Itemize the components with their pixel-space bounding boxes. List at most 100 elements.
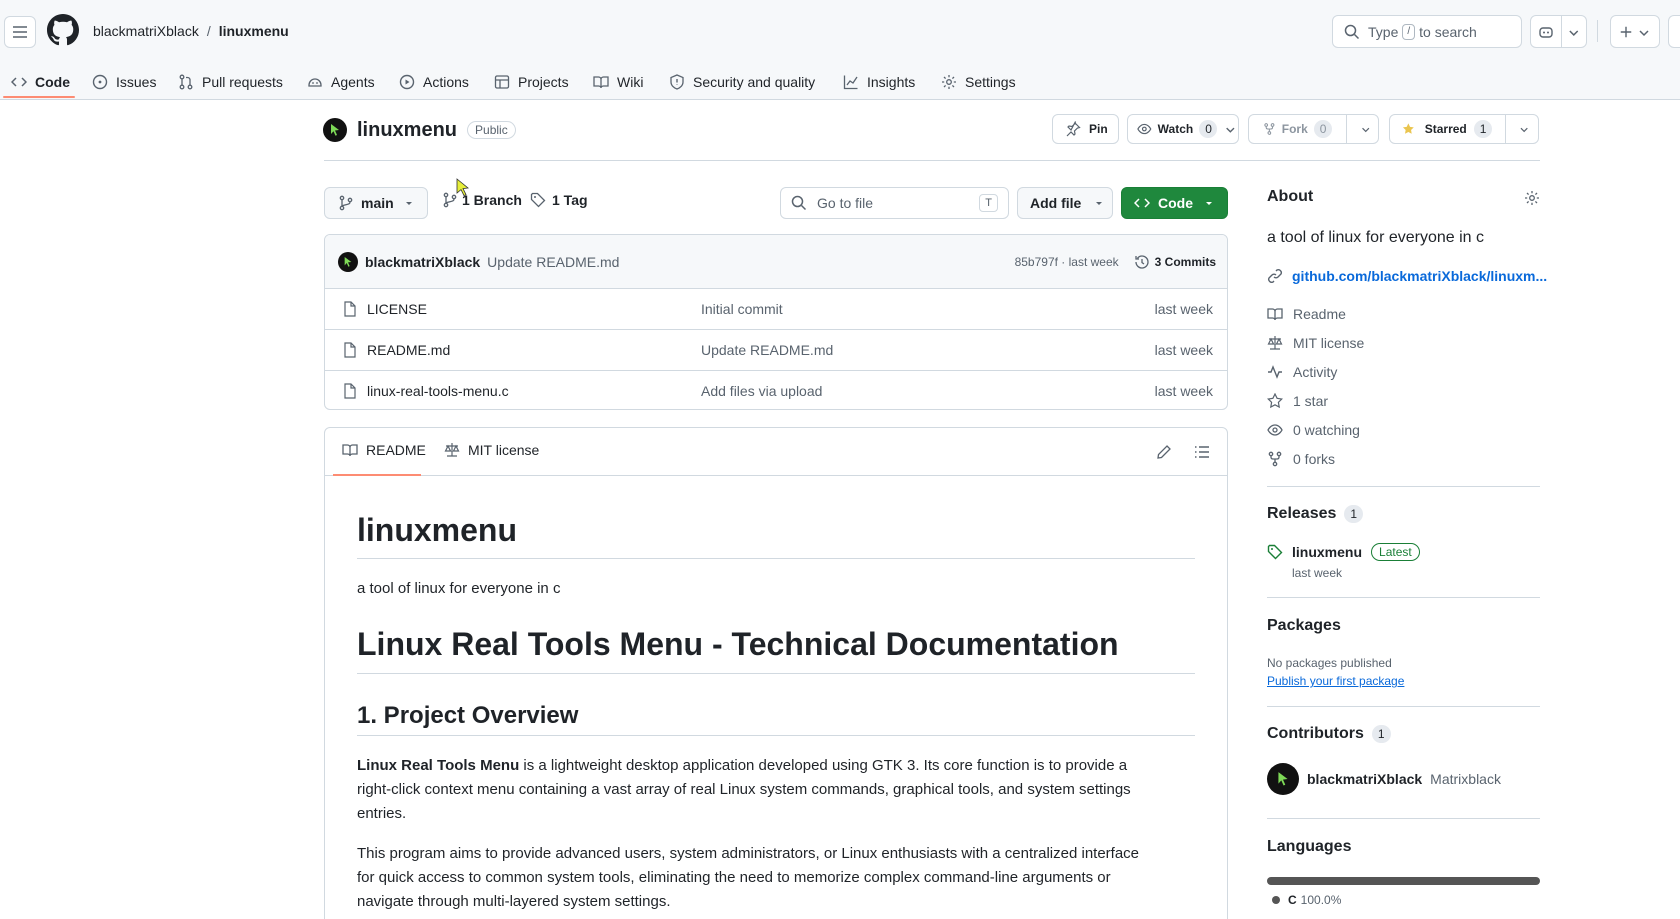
about-item-label: 0 forks <box>1293 451 1336 467</box>
release-name: linuxmenu <box>1292 544 1363 560</box>
license-link[interactable]: MIT license <box>1267 333 1364 353</box>
activity-link[interactable]: Activity <box>1267 362 1337 382</box>
watchers-link[interactable]: 0 watching <box>1267 420 1360 440</box>
language-bar <box>1267 877 1540 885</box>
tab-security[interactable]: Security and quality <box>669 64 815 100</box>
code-icon <box>11 77 27 87</box>
history-icon <box>1134 254 1149 269</box>
readme-link[interactable]: Readme <box>1267 304 1346 324</box>
fork-count: 0 <box>1313 120 1332 138</box>
tags-link[interactable]: 1 Tag <box>530 192 588 208</box>
law-icon <box>1267 336 1283 350</box>
file-commit-message[interactable]: Add files via upload <box>701 383 822 399</box>
release-item[interactable]: linuxmenu Latest <box>1267 543 1420 561</box>
gear-icon[interactable] <box>1524 190 1540 206</box>
watch-button[interactable]: Watch 0 <box>1127 114 1239 144</box>
tab-wiki[interactable]: Wiki <box>593 64 643 100</box>
stars-link[interactable]: 1 star <box>1267 391 1328 411</box>
copilot-button[interactable] <box>1530 15 1587 48</box>
commit-hash-time[interactable]: 85b797f · last week <box>1015 255 1119 269</box>
file-icon <box>344 301 356 317</box>
issues-shortcut-button[interactable] <box>1668 15 1680 48</box>
repo-title[interactable]: linuxmenu <box>357 119 457 142</box>
tab-pull-requests[interactable]: Pull requests <box>178 64 283 100</box>
contributor-login: blackmatriXblack <box>1307 771 1423 787</box>
file-name[interactable]: linux-real-tools-menu.c <box>367 383 509 399</box>
branches-link[interactable]: 1 Branch <box>442 192 522 208</box>
star-count: 1 <box>1473 120 1492 138</box>
tab-settings[interactable]: Settings <box>941 64 1016 100</box>
readme-paragraph: This program aims to provide advanced us… <box>357 842 1197 914</box>
forks-link[interactable]: 0 forks <box>1267 449 1335 469</box>
file-commit-message[interactable]: Update README.md <box>701 342 833 358</box>
tab-insights[interactable]: Insights <box>843 64 915 100</box>
search-input[interactable]: Type / to search <box>1332 15 1522 48</box>
pin-button[interactable]: Pin <box>1052 114 1119 144</box>
homepage-link[interactable]: github.com/blackmatriXblack/linuxm... <box>1267 268 1547 284</box>
fork-button[interactable]: Fork 0 <box>1248 114 1379 144</box>
book-icon <box>593 76 609 89</box>
star-filled-icon <box>1402 123 1414 134</box>
publish-package-link[interactable]: Publish your first package <box>1267 674 1404 688</box>
tab-projects[interactable]: Projects <box>494 64 569 100</box>
releases-title[interactable]: Releases 1 <box>1267 505 1364 523</box>
file-commit-message[interactable]: Initial commit <box>701 301 783 317</box>
edit-icon[interactable] <box>1156 444 1172 460</box>
play-icon <box>399 74 415 90</box>
goto-file-input[interactable]: Go to file T <box>780 187 1009 219</box>
github-logo[interactable] <box>47 14 79 46</box>
breadcrumb-separator: / <box>206 23 211 39</box>
homepage-url: github.com/blackmatriXblack/linuxm... <box>1292 268 1548 284</box>
tab-label: Wiki <box>617 74 644 90</box>
commit-message[interactable]: Update README.md <box>487 254 619 270</box>
file-name[interactable]: README.md <box>367 342 450 358</box>
release-time: last week <box>1292 566 1343 580</box>
plus-icon <box>1620 26 1632 37</box>
tag-icon <box>530 192 546 208</box>
repo-link[interactable]: linuxmenu <box>219 23 289 39</box>
active-tab-underline <box>3 96 75 98</box>
menu-button[interactable] <box>4 16 36 48</box>
contributors-title[interactable]: Contributors 1 <box>1267 725 1391 743</box>
goto-placeholder: Go to file <box>817 195 874 211</box>
branch-select[interactable]: main <box>324 187 428 219</box>
tab-issues[interactable]: Issues <box>92 64 156 100</box>
table-row[interactable]: linux-real-tools-menu.c Add files via up… <box>325 370 1227 409</box>
commits-link[interactable]: 3 Commits <box>1134 254 1216 270</box>
table-row[interactable]: README.md Update README.md last week <box>325 329 1227 370</box>
commit-author[interactable]: blackmatriXblack <box>365 254 480 270</box>
releases-title-text: Releases <box>1267 505 1337 522</box>
goto-key: T <box>979 194 998 212</box>
table-row[interactable]: LICENSE Initial commit last week <box>325 288 1227 329</box>
contributor-item[interactable]: blackmatriXblack Matrixblack <box>1267 763 1501 795</box>
tab-readme-label: README <box>366 442 426 458</box>
owner-link[interactable]: blackmatriXblack <box>93 23 199 39</box>
file-name[interactable]: LICENSE <box>367 301 427 317</box>
outline-icon[interactable] <box>1194 444 1210 460</box>
chevron-down-icon[interactable] <box>1513 121 1538 137</box>
about-title-text: About <box>1267 188 1314 205</box>
cursor-avatar-icon <box>344 256 352 267</box>
create-new-button[interactable] <box>1610 15 1660 48</box>
tab-agents[interactable]: Agents <box>307 64 375 100</box>
book-icon <box>342 444 358 457</box>
language-item[interactable]: C 100.0% <box>1272 893 1341 907</box>
chevron-down-icon[interactable] <box>1353 121 1378 137</box>
paragraph-line: right-click context menu containing a va… <box>357 781 1131 798</box>
tab-license[interactable]: MIT license <box>444 442 539 458</box>
code-label: Code <box>1158 195 1193 211</box>
chevron-down-icon <box>1226 127 1235 133</box>
tab-readme[interactable]: README <box>342 442 426 458</box>
starred-button[interactable]: Starred 1 <box>1389 114 1539 144</box>
search-icon <box>1344 24 1360 39</box>
file-time: last week <box>1154 342 1213 358</box>
language-bar-fill <box>1267 877 1540 885</box>
packages-title[interactable]: Packages <box>1267 617 1341 635</box>
code-button[interactable]: Code <box>1121 187 1228 219</box>
contributor-name: Matrixblack <box>1430 771 1501 787</box>
readme-section-heading: 1. Project Overview <box>357 702 579 729</box>
add-file-button[interactable]: Add file <box>1017 187 1113 219</box>
tab-actions[interactable]: Actions <box>399 64 469 100</box>
tab-code[interactable]: Code <box>11 64 70 100</box>
commits-count: 3 Commits <box>1154 254 1216 269</box>
